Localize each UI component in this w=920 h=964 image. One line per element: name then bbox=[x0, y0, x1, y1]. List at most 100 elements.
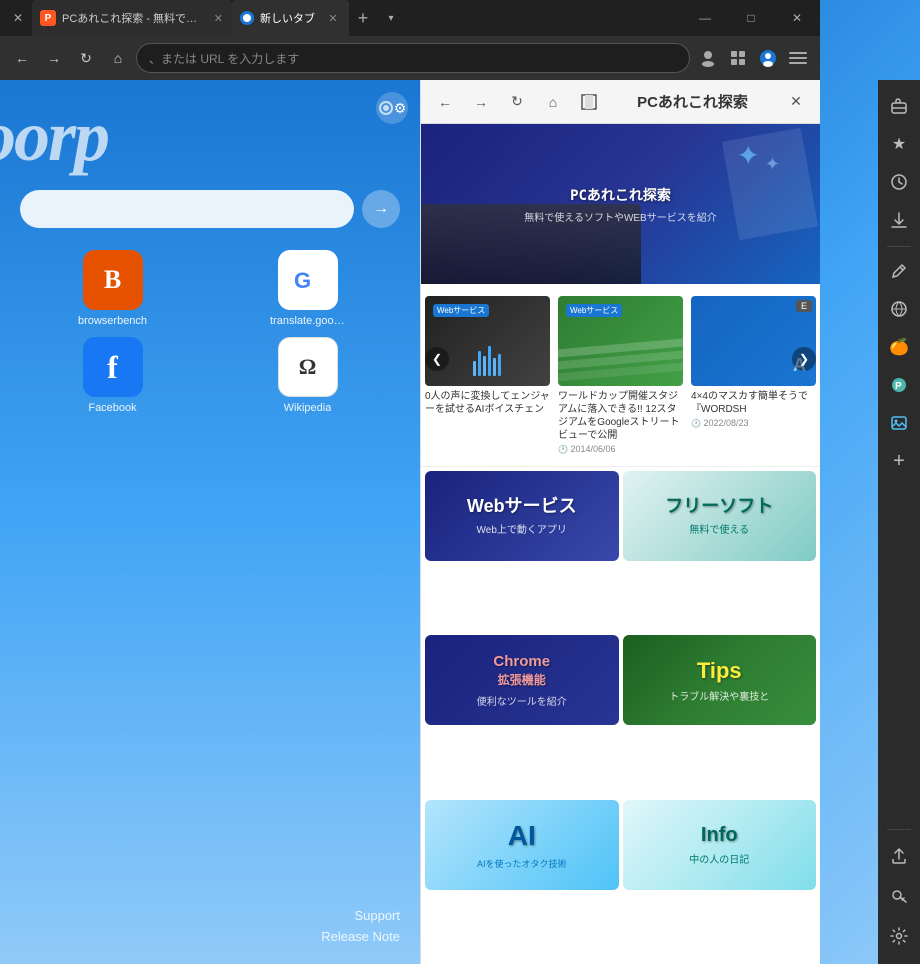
rs-separator-2 bbox=[887, 829, 911, 830]
category-tips[interactable]: Tips トラブル解決や裏技と bbox=[623, 635, 817, 725]
forward-button[interactable]: → bbox=[40, 44, 68, 72]
orange-icon[interactable]: 🍊 bbox=[881, 329, 917, 365]
profile-icon[interactable] bbox=[694, 44, 722, 72]
address-input[interactable]: 、または URL を入力します bbox=[136, 43, 690, 73]
briefcase-icon[interactable] bbox=[881, 88, 917, 124]
speed-dial-browserbench[interactable]: B browserbench bbox=[20, 250, 205, 327]
speed-dial-translate[interactable]: G translate.google bbox=[215, 250, 400, 327]
right-sidebar: ★ 🍊 P + bbox=[878, 80, 920, 964]
cat-web-label: Webサービス bbox=[467, 496, 577, 518]
speed-dial-browserbench-icon: B bbox=[83, 250, 143, 310]
close-button[interactable]: ✕ bbox=[774, 0, 820, 36]
carousel-caption-0: 0人の声に変換してェンジャーを試せるAIボイスチェン bbox=[425, 390, 550, 416]
extensions-icon[interactable] bbox=[724, 44, 752, 72]
cat-tips-label: Tips bbox=[697, 658, 742, 684]
category-web[interactable]: Webサービス Web上で動くアプリ bbox=[425, 471, 619, 561]
carousel-caption-1: ワールドカップ開催スタジアムに落入できる!! 12スタジアムをGoogleストリ… bbox=[558, 390, 683, 442]
newtab-settings-button[interactable]: ⚙ bbox=[376, 92, 408, 124]
speed-dial-facebook[interactable]: f Facebook bbox=[20, 337, 205, 414]
speed-dial-grid: B browserbench G translate.google f Face… bbox=[20, 250, 400, 414]
speed-dial-wikipedia[interactable]: Ω Wikipedia bbox=[215, 337, 400, 414]
new-tab-button[interactable]: + bbox=[349, 4, 377, 32]
speed-dial-facebook-label: Facebook bbox=[88, 402, 136, 414]
newtab-page: ⚙ oorp → B browserbench G bbox=[0, 80, 420, 964]
speed-dial-browserbench-label: browserbench bbox=[78, 315, 147, 327]
category-info[interactable]: Info 中の人の日記 bbox=[623, 800, 817, 890]
panel-hero-title: PCあれこれ探索 bbox=[524, 185, 716, 205]
panel-forward-button[interactable]: → bbox=[467, 88, 495, 116]
panel-home-button[interactable]: ⌂ bbox=[539, 88, 567, 116]
star-icon[interactable]: ★ bbox=[881, 126, 917, 162]
carousel-badge-1: Webサービス bbox=[566, 304, 622, 317]
address-text: 、または URL を入力します bbox=[149, 50, 299, 67]
minimize-button[interactable]: — bbox=[682, 0, 728, 36]
tab-close-btn-0[interactable]: ✕ bbox=[4, 4, 32, 32]
tab-0-favicon: P bbox=[40, 10, 56, 26]
share-icon[interactable] bbox=[881, 838, 917, 874]
release-note-link[interactable]: Release Note bbox=[321, 929, 400, 944]
home-button[interactable]: ⌂ bbox=[104, 44, 132, 72]
cat-web-sub: Web上で動くアプリ bbox=[477, 521, 567, 536]
settings-icon[interactable] bbox=[881, 918, 917, 954]
image-panel-icon[interactable] bbox=[881, 405, 917, 441]
clock-icon[interactable] bbox=[881, 164, 917, 200]
category-chrome[interactable]: Chrome拡張機能 便利なツールを紹介 bbox=[425, 635, 619, 725]
carousel-badge-0: Webサービス bbox=[433, 304, 489, 317]
toolbar-icons bbox=[694, 44, 812, 72]
carousel-item-0[interactable]: Webサービス 0人の声に変換してェンジャーを試せるAIボイスチェン bbox=[421, 292, 554, 458]
cat-info-sub: 中の人の日記 bbox=[689, 851, 749, 866]
back-button[interactable]: ← bbox=[8, 44, 36, 72]
carousel-img-1: Webサービス bbox=[558, 296, 683, 386]
category-free[interactable]: フリーソフト 無料で使える bbox=[623, 471, 817, 561]
translate-icon[interactable] bbox=[881, 291, 917, 327]
tab-1[interactable]: 新しいタブ ✕ bbox=[232, 0, 349, 36]
panel-title: PCあれこれ探索 bbox=[611, 91, 774, 112]
hero-text-block: PCあれこれ探索 無料で使えるソフトやWEBサービスを紹介 bbox=[524, 185, 716, 224]
tab-0-close[interactable]: ✕ bbox=[213, 10, 224, 26]
speed-dial-translate-label: translate.google bbox=[270, 315, 345, 327]
carousel-inner: Webサービス 0人の声に変換してェンジャーを試せるAIボイスチェン bbox=[421, 292, 820, 458]
tab-1-label: 新しいタブ bbox=[260, 10, 315, 26]
addressbar-row: ← → ↻ ⌂ 、または URL を入力します bbox=[0, 36, 820, 80]
carousel-item-1[interactable]: Webサービス ワールドカップ開催スタジアムに落入できる!! 12スタジアムをG… bbox=[554, 292, 687, 458]
cat-ai-sub: AIを使ったオタク技術 bbox=[477, 857, 567, 870]
maximize-button[interactable]: □ bbox=[728, 0, 774, 36]
carousel-badge-2: E bbox=[796, 300, 812, 312]
panel-hero-subtitle: 無料で使えるソフトやWEBサービスを紹介 bbox=[524, 209, 716, 224]
download-icon[interactable] bbox=[881, 202, 917, 238]
carousel-next-button[interactable]: ❯ bbox=[792, 347, 816, 371]
key-icon[interactable] bbox=[881, 878, 917, 914]
support-link[interactable]: Support bbox=[354, 908, 400, 923]
pen-icon[interactable] bbox=[881, 253, 917, 289]
cat-free-label: フリーソフト bbox=[665, 496, 773, 518]
newtab-search-input[interactable] bbox=[20, 190, 354, 228]
newtab-search-button[interactable]: → bbox=[362, 190, 400, 228]
category-grid: Webサービス Web上で動くアプリ フリーソフト 無料で使える Chrome拡… bbox=[421, 467, 820, 964]
svg-text:P: P bbox=[895, 381, 902, 392]
speed-dial-facebook-icon: f bbox=[83, 337, 143, 397]
panel-close-button[interactable]: ✕ bbox=[782, 88, 810, 116]
cat-info-bg: Info 中の人の日記 bbox=[623, 800, 817, 890]
category-ai[interactable]: AI AIを使ったオタク技術 bbox=[425, 800, 619, 890]
tab-1-close[interactable]: ✕ bbox=[325, 10, 341, 26]
refresh-button[interactable]: ↻ bbox=[72, 44, 100, 72]
newtab-brand: oorp bbox=[0, 100, 108, 172]
tab-0[interactable]: P PCあれこれ探索 - 無料で使えるフリー... ✕ bbox=[32, 0, 232, 36]
cat-tips-bg: Tips トラブル解決や裏技と bbox=[623, 635, 817, 725]
panel-refresh-button[interactable]: ↻ bbox=[503, 88, 531, 116]
carousel-prev-button[interactable]: ❮ bbox=[425, 347, 449, 371]
user-icon[interactable] bbox=[754, 44, 782, 72]
cat-chrome-label: Chrome拡張機能 bbox=[493, 653, 550, 689]
menu-icon[interactable] bbox=[784, 44, 812, 72]
carousel-item-2[interactable]: E A 4×4のマスカす簡単そうで『WORDSH 🕐 2022/08/23 bbox=[687, 292, 820, 458]
svg-text:G: G bbox=[294, 268, 311, 293]
add-panel-icon[interactable]: + bbox=[881, 443, 917, 479]
panel-carousel: ❮ Webサービス bbox=[421, 284, 820, 467]
tab-dropdown-button[interactable]: ▾ bbox=[377, 4, 405, 32]
panel-expand-button[interactable] bbox=[575, 88, 603, 116]
newtab-bottom-links: Support Release Note bbox=[321, 908, 400, 944]
tab-0-label: PCあれこれ探索 - 無料で使えるフリー... bbox=[62, 10, 203, 26]
circle-p-icon[interactable]: P bbox=[881, 367, 917, 403]
rs-separator-1 bbox=[887, 246, 911, 247]
panel-back-button[interactable]: ← bbox=[431, 88, 459, 116]
